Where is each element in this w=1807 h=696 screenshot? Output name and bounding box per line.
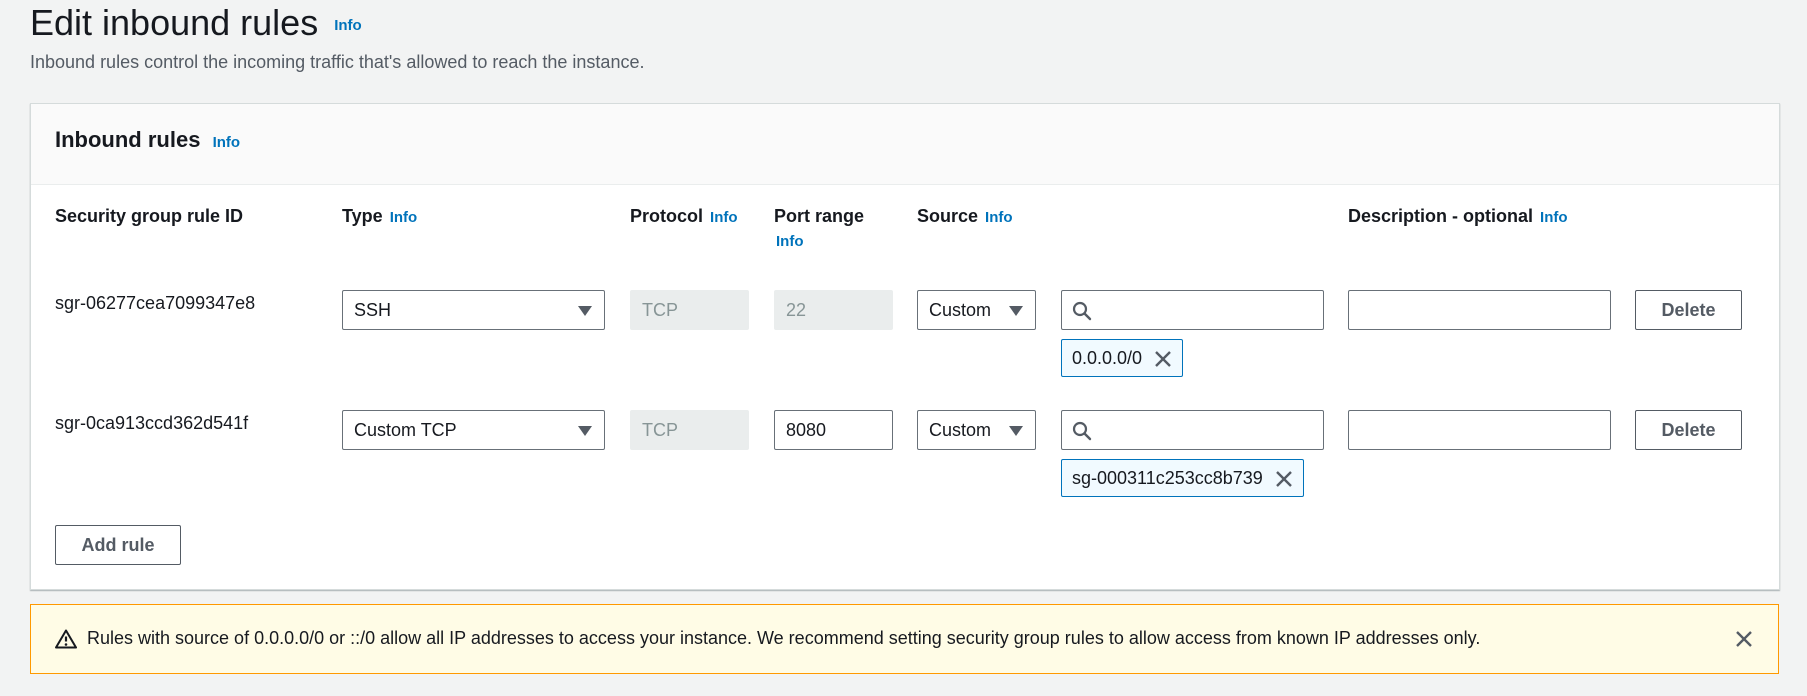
close-icon[interactable] bbox=[1275, 470, 1293, 488]
port-range-field: 22 bbox=[774, 290, 893, 330]
source-search-input[interactable] bbox=[1061, 410, 1324, 450]
rule-id: sgr-06277cea7099347e8 bbox=[55, 293, 256, 313]
type-info-link[interactable]: Info bbox=[390, 209, 418, 226]
rule-id: sgr-0ca913ccd362d541f bbox=[55, 413, 249, 433]
page-title-text: Edit inbound rules bbox=[30, 2, 319, 43]
column-header-description: Description - optional Info bbox=[1348, 206, 1568, 227]
column-header-rule-id: Security group rule ID bbox=[55, 206, 244, 226]
port-range-input[interactable]: 8080 bbox=[774, 410, 893, 450]
type-select[interactable]: SSH bbox=[342, 290, 605, 330]
page-title: Edit inbound rules Info bbox=[30, 2, 362, 44]
panel-info-link[interactable]: Info bbox=[213, 134, 241, 151]
warning-icon bbox=[55, 629, 77, 649]
delete-rule-button[interactable]: Delete bbox=[1635, 410, 1742, 450]
panel-header: Inbound rules Info bbox=[31, 104, 1779, 185]
description-input[interactable] bbox=[1348, 410, 1611, 450]
column-header-protocol: Protocol Info bbox=[630, 206, 738, 227]
port-range-info-link[interactable]: Info bbox=[776, 233, 864, 250]
type-select[interactable]: Custom TCP bbox=[342, 410, 605, 450]
panel-title: Inbound rules Info bbox=[55, 127, 240, 153]
type-select-value: Custom TCP bbox=[354, 420, 457, 440]
caret-down-icon bbox=[578, 306, 592, 316]
source-mode-select[interactable]: Custom bbox=[917, 290, 1036, 330]
source-info-link[interactable]: Info bbox=[985, 209, 1013, 226]
source-mode-value: Custom bbox=[929, 420, 992, 440]
source-search-input[interactable] bbox=[1061, 290, 1324, 330]
source-token-label: 0.0.0.0/0 bbox=[1072, 348, 1143, 368]
warning-message: Rules with source of 0.0.0.0/0 or ::/0 a… bbox=[87, 628, 1481, 648]
source-token: sg-000311c253cc8b739 bbox=[1061, 459, 1304, 497]
source-token-label: sg-000311c253cc8b739 bbox=[1072, 468, 1263, 488]
type-select-value: SSH bbox=[354, 300, 392, 320]
source-mode-select[interactable]: Custom bbox=[917, 410, 1036, 450]
caret-down-icon bbox=[1009, 426, 1023, 436]
column-header-source: Source Info bbox=[917, 206, 1013, 227]
search-icon bbox=[1072, 301, 1092, 321]
source-token: 0.0.0.0/0 bbox=[1061, 339, 1184, 377]
search-icon bbox=[1072, 421, 1092, 441]
source-mode-value: Custom bbox=[929, 300, 992, 320]
description-input[interactable] bbox=[1348, 290, 1611, 330]
column-header-type: Type Info bbox=[342, 206, 417, 227]
caret-down-icon bbox=[578, 426, 592, 436]
protocol-field: TCP bbox=[630, 290, 749, 330]
column-header-protocol-label: Protocol bbox=[630, 206, 704, 226]
protocol-info-link[interactable]: Info bbox=[710, 209, 738, 226]
column-header-description-label: Description - optional bbox=[1348, 206, 1534, 226]
warning-alert: Rules with source of 0.0.0.0/0 or ::/0 a… bbox=[30, 604, 1779, 674]
close-icon[interactable] bbox=[1154, 350, 1172, 368]
page-description: Inbound rules control the incoming traff… bbox=[30, 52, 645, 72]
column-header-port-range-label: Port range bbox=[774, 206, 865, 226]
caret-down-icon bbox=[1009, 306, 1023, 316]
protocol-field: TCP bbox=[630, 410, 749, 450]
panel-title-text: Inbound rules bbox=[55, 127, 201, 152]
description-info-link[interactable]: Info bbox=[1540, 209, 1568, 226]
add-rule-button[interactable]: Add rule bbox=[55, 525, 181, 565]
column-header-port-range: Port range Info bbox=[774, 206, 864, 250]
delete-rule-button[interactable]: Delete bbox=[1635, 290, 1742, 330]
inbound-rules-panel: Inbound rules Info Security group rule I… bbox=[30, 103, 1780, 590]
column-header-source-label: Source bbox=[917, 206, 979, 226]
close-icon[interactable] bbox=[1734, 629, 1754, 649]
page-title-info-link[interactable]: Info bbox=[334, 17, 362, 34]
column-header-type-label: Type bbox=[342, 206, 383, 226]
